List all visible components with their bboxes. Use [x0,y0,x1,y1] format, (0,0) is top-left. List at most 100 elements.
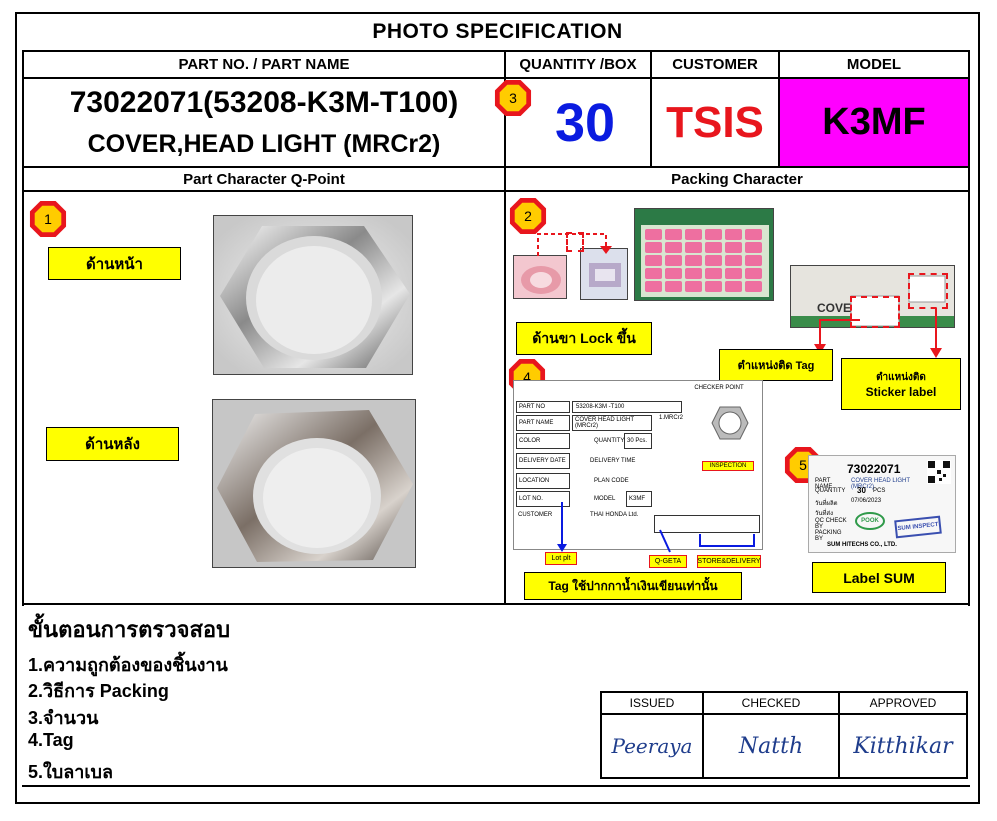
form-part-name: COVER HEAD LIGHT (MRCr2) [572,415,652,431]
sum-label-photo: 73022071 PART NAME COVER HEAD LIGHT (MRC… [808,455,956,553]
part-number: 73022071(53208-K3M-T100) [69,86,459,119]
packed-part [645,281,662,292]
packed-part [705,268,722,279]
packing-stamp: SUM INSPECT [894,515,942,539]
packed-part [725,281,742,292]
packed-part [685,229,702,240]
sum-row-delivery-date: วันที่ส่ง [815,511,834,517]
lock-highlight-box [566,232,584,252]
process-item: 3.จำนวน [28,708,99,728]
checked-signature: Natth [738,733,804,759]
packed-part [665,281,682,292]
packed-part [705,242,722,253]
packed-part [705,255,722,266]
label-lot-plt: Lot plt [545,552,577,565]
section-part-character: Part Character Q-Point [183,170,345,188]
label-back-side: ด้านหลัง [46,427,179,461]
sum-row-part-name: PART NAME [815,478,833,490]
packed-part [705,229,722,240]
form-delivery-time-label: DELIVERY TIME [590,458,636,464]
model-value: K3MF [780,79,968,166]
header-customer: CUSTOMER [672,56,758,73]
approved-signature: Kitthikar [853,733,953,759]
label-sticker-position: ตำแหน่งติด Sticker label [841,358,961,410]
sum-part-no: 73022071 [847,462,901,476]
badge-3: 3 [494,79,532,117]
issued-signature: Peeraya [611,734,693,758]
sum-name-value: COVER HEAD LIGHT (MRCr2) [851,478,910,490]
label-q-geta: Q-GETA [649,555,687,568]
process-item: 2.วิธีการ Packing [28,681,169,701]
quantity-value: 30 [554,93,616,153]
packed-part [685,268,702,279]
packed-part [725,255,742,266]
sum-brand: SUM HITECHS CO., LTD. [827,542,897,548]
sum-date-value: 07/06/2023 [851,498,882,504]
process-title: ขั้นตอนการตรวจสอบ [28,617,231,642]
divider [22,603,970,605]
page-title: PHOTO SPECIFICATION [372,20,623,43]
packed-part [725,229,742,240]
sum-row-qc: QC CHECK BY [815,518,847,530]
form-checker-heading: CHECKER POINT [694,385,744,391]
label-store-delivery: STORE&DELIVERY [697,555,761,568]
label-tag-pen: Tag ใช้ปากกาน้ำเงินเขียนเท่านั้น [524,572,742,600]
label-front-side: ด้านหน้า [48,247,181,280]
form-delivery-date-label: DELIVERY DATE [516,453,570,469]
packed-part [725,268,742,279]
packed-part [645,242,662,253]
sum-row-quantity: QUANTITY [815,488,846,494]
packed-part [665,268,682,279]
header-model: MODEL [846,56,902,73]
form-part-drawing [711,406,749,440]
customer-value: TSIS [666,98,764,147]
packed-part [645,229,662,240]
label-sum: Label SUM [812,562,946,593]
qr-code-icon [927,460,951,484]
form-quantity: 30 Pcs. [624,433,652,449]
back-part-photo [212,399,416,568]
sum-row-production-date: วันที่ผลิต [815,501,838,507]
packed-part [645,268,662,279]
form-quantity-label: QUANTITY [594,438,625,444]
approved-label: APPROVED [869,696,937,710]
process-item: 5.ใบลาเบล [28,762,113,782]
section-packing-character: Packing Character [671,170,803,188]
packed-part [725,242,742,253]
packed-part [745,255,762,266]
sum-qty-unit: PCS [873,488,886,494]
divider [504,50,506,605]
form-part-name-label: PART NAME [516,415,570,431]
sticker-position-line2: Sticker label [865,384,937,399]
form-plan-code-label: PLAN CODE [594,478,629,484]
packing-box-photo [634,208,774,301]
packed-part [705,281,722,292]
qc-stamp: POOK [855,512,885,530]
sum-qty-value: 30 [857,486,866,495]
divider [22,190,970,192]
process-item: 4.Tag [28,730,74,750]
packed-part [745,242,762,253]
packed-part [665,255,682,266]
badge-1: 1 [29,200,67,238]
packed-part [665,229,682,240]
packed-part [745,229,762,240]
divider [600,713,968,715]
part-name: COVER,HEAD LIGHT (MRCr2) [87,129,441,158]
header-quantity: QUANTITY /BOX [519,56,637,73]
issued-label: ISSUED [629,696,675,710]
form-color-label: COLOR [516,433,570,449]
sticker-position-line1: ตำแหน่งติด [876,371,926,383]
form-location-label: LOCATION [516,473,570,489]
packed-part [685,255,702,266]
divider [968,50,970,606]
form-inspection-box: INSPECTION [702,461,754,471]
label-lock-up: ด้านขา Lock ขึ้น [516,322,652,355]
checked-label: CHECKED [741,696,801,710]
packed-part [745,268,762,279]
form-part-no: 53208-K3M -T100 [572,401,682,413]
divider [22,785,970,787]
packed-part [665,242,682,253]
form-item: 1.MRCr2 [659,415,684,421]
header-part: PART NO. / PART NAME [178,56,350,73]
